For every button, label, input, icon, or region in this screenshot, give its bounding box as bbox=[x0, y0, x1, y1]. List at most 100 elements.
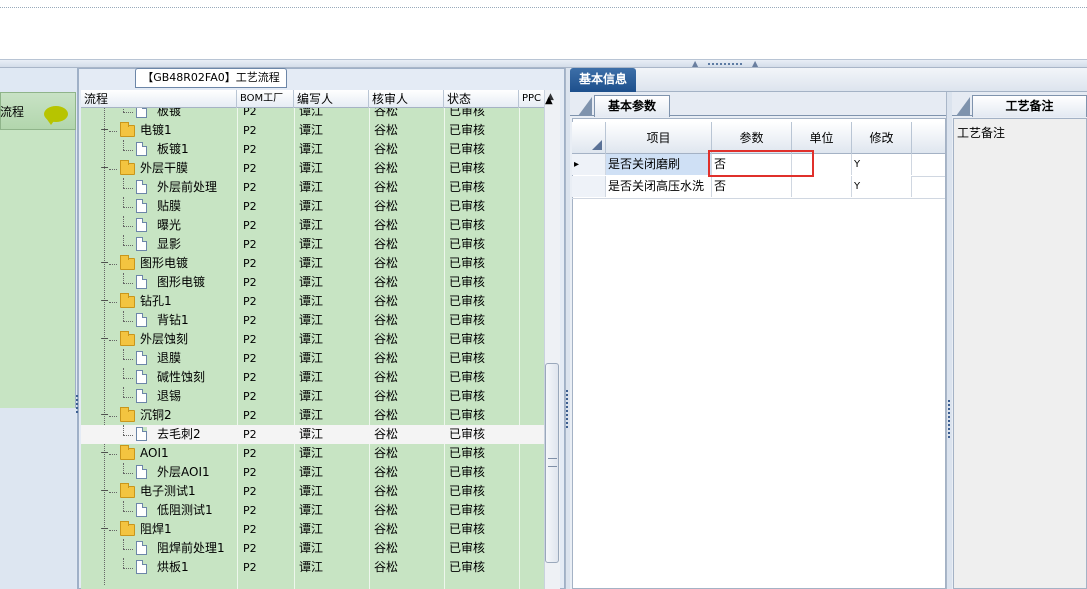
tree-step-row[interactable]: 去毛刺2 P2 谭江 谷松 已审核 bbox=[81, 425, 544, 444]
tree-step-row[interactable]: 贴膜 P2 谭江 谷松 已审核 bbox=[81, 197, 544, 216]
writer-cell: 谭江 bbox=[299, 465, 324, 479]
collapse-icon[interactable]: − bbox=[100, 447, 109, 458]
folder-icon bbox=[120, 293, 135, 308]
tree-child-line bbox=[123, 463, 124, 473]
col-header-bom[interactable]: BOM工厂 bbox=[237, 90, 294, 108]
folder-icon bbox=[120, 255, 135, 270]
document-icon bbox=[136, 108, 147, 118]
writer-cell: 谭江 bbox=[299, 180, 324, 194]
collapse-icon[interactable]: − bbox=[100, 257, 109, 268]
collapse-icon[interactable]: − bbox=[100, 523, 109, 534]
splitter-grip[interactable] bbox=[708, 63, 744, 65]
tree-branch bbox=[123, 245, 133, 246]
tree-step-row[interactable]: 退锡 P2 谭江 谷松 已审核 bbox=[81, 387, 544, 406]
tree-group-row[interactable]: − 电子测试1 P2 谭江 谷松 已审核 bbox=[81, 482, 544, 501]
tree-group-row[interactable]: − 外层干膜 P2 谭江 谷松 已审核 bbox=[81, 159, 544, 178]
folder-icon bbox=[120, 521, 135, 536]
splitter-up-arrow-icon[interactable]: ▲ bbox=[692, 60, 698, 68]
col-header-item[interactable]: 项目 bbox=[606, 122, 712, 154]
bom-cell: P2 bbox=[243, 181, 257, 194]
document-icon bbox=[136, 351, 147, 365]
tree-step-row[interactable]: 退膜 P2 谭江 谷松 已审核 bbox=[81, 349, 544, 368]
tab-basic-info[interactable]: 基本信息 bbox=[570, 68, 636, 92]
tree-step-row[interactable]: 背钻1 P2 谭江 谷松 已审核 bbox=[81, 311, 544, 330]
writer-cell: 谭江 bbox=[299, 560, 324, 574]
collapse-icon[interactable]: − bbox=[100, 162, 109, 173]
splitter-up-arrow-icon-2[interactable]: ▲ bbox=[752, 60, 758, 68]
tree-node-label: 电子测试1 bbox=[140, 484, 196, 498]
reviewer-cell: 谷松 bbox=[374, 275, 399, 289]
collapse-icon[interactable]: − bbox=[100, 333, 109, 344]
col-header-modified[interactable]: 修改 bbox=[852, 122, 912, 154]
status-cell: 已审核 bbox=[449, 199, 486, 213]
row-header-corner[interactable] bbox=[572, 122, 606, 154]
tree-step-row[interactable]: 板镀1 P2 谭江 谷松 已审核 bbox=[81, 140, 544, 159]
tree-step-row[interactable]: 板镀 P2 谭江 谷松 已审核 bbox=[81, 108, 544, 121]
writer-cell: 谭江 bbox=[299, 161, 324, 175]
process-notes-box[interactable] bbox=[953, 118, 1087, 589]
collapse-icon[interactable]: − bbox=[100, 409, 109, 420]
tree-step-row[interactable]: 阻焊前处理1 P2 谭江 谷松 已审核 bbox=[81, 539, 544, 558]
tree-child-line bbox=[123, 558, 124, 568]
tree-group-row[interactable]: − AOI1 P2 谭江 谷松 已审核 bbox=[81, 444, 544, 463]
reviewer-cell: 谷松 bbox=[374, 522, 399, 536]
document-icon bbox=[136, 142, 147, 156]
process-notes-label: 工艺备注 bbox=[957, 126, 1006, 140]
tree-step-row[interactable]: 外层AOI1 P2 谭江 谷松 已审核 bbox=[81, 463, 544, 482]
param-modified-cell: Y bbox=[852, 176, 912, 197]
collapse-icon[interactable]: − bbox=[100, 124, 109, 135]
col-header-ppc[interactable]: PPC bbox=[519, 90, 544, 108]
tree-branch bbox=[123, 207, 133, 208]
bom-cell: P2 bbox=[243, 200, 257, 213]
vertical-splitter-2[interactable] bbox=[946, 92, 952, 589]
row-header[interactable] bbox=[572, 176, 606, 197]
param-item-cell: 是否关闭磨刷 bbox=[606, 154, 712, 175]
tree-step-row[interactable]: 外层前处理 P2 谭江 谷松 已审核 bbox=[81, 178, 544, 197]
tree-step-row[interactable]: 碱性蚀刻 P2 谭江 谷松 已审核 bbox=[81, 368, 544, 387]
tree-child-line bbox=[123, 349, 124, 359]
bom-cell: P2 bbox=[243, 124, 257, 137]
params-row[interactable]: 是否关闭高压水洗否 Y bbox=[572, 176, 945, 199]
tree-group-row[interactable]: − 钻孔1 P2 谭江 谷松 已审核 bbox=[81, 292, 544, 311]
tree-node-label: 去毛刺2 bbox=[157, 427, 201, 441]
tree-branch bbox=[123, 378, 133, 379]
tree-group-row[interactable]: − 外层蚀刻 P2 谭江 谷松 已审核 bbox=[81, 330, 544, 349]
col-header-flow[interactable]: 流程 bbox=[81, 90, 237, 108]
bom-cell: P2 bbox=[243, 447, 257, 460]
upper-panel bbox=[0, 8, 1087, 60]
left-nav-lower bbox=[0, 408, 76, 589]
tree-group-row[interactable]: − 电镀1 P2 谭江 谷松 已审核 bbox=[81, 121, 544, 140]
tree-node-label: 外层蚀刻 bbox=[140, 332, 189, 346]
collapse-icon[interactable]: − bbox=[100, 295, 109, 306]
status-cell: 已审核 bbox=[449, 484, 486, 498]
reviewer-cell: 谷松 bbox=[374, 408, 399, 422]
left-nav-label: 流程 bbox=[0, 105, 25, 119]
status-cell: 已审核 bbox=[449, 560, 486, 574]
tree-step-row[interactable]: 低阻测试1 P2 谭江 谷松 已审核 bbox=[81, 501, 544, 520]
writer-cell: 谭江 bbox=[299, 294, 324, 308]
col-header-reviewer[interactable]: 核审人 bbox=[369, 90, 444, 108]
vsplit1-grip[interactable] bbox=[566, 390, 568, 430]
tab-basic-params[interactable]: 基本参数 bbox=[594, 95, 670, 117]
tree-step-row[interactable]: 烘板1 P2 谭江 谷松 已审核 bbox=[81, 558, 544, 577]
tree-child-line bbox=[123, 501, 124, 511]
col-header-status[interactable]: 状态 bbox=[444, 90, 519, 108]
tree-step-row[interactable]: 显影 P2 谭江 谷松 已审核 bbox=[81, 235, 544, 254]
vsplit2-grip[interactable] bbox=[948, 400, 950, 440]
tree-group-row[interactable]: − 阻焊1 P2 谭江 谷松 已审核 bbox=[81, 520, 544, 539]
tree-group-row[interactable]: − 沉铜2 P2 谭江 谷松 已审核 bbox=[81, 406, 544, 425]
status-cell: 已审核 bbox=[449, 351, 486, 365]
tree-step-row[interactable]: 曝光 P2 谭江 谷松 已审核 bbox=[81, 216, 544, 235]
tab-process-notes[interactable]: 工艺备注 bbox=[972, 95, 1087, 117]
process-grid-scroll-thumb[interactable] bbox=[545, 363, 559, 563]
horizontal-splitter[interactable]: ▲ ▲ bbox=[0, 60, 1087, 68]
tree-step-row[interactable]: 图形电镀 P2 谭江 谷松 已审核 bbox=[81, 273, 544, 292]
writer-cell: 谭江 bbox=[299, 123, 324, 137]
col-header-writer[interactable]: 编写人 bbox=[294, 90, 369, 108]
tree-node-label: 外层AOI1 bbox=[157, 465, 210, 479]
collapse-icon[interactable]: − bbox=[100, 485, 109, 496]
param-value-cell[interactable]: 否 bbox=[712, 176, 792, 197]
current-row-indicator-icon[interactable]: ▸ bbox=[572, 154, 606, 175]
tree-group-row[interactable]: − 图形电镀 P2 谭江 谷松 已审核 bbox=[81, 254, 544, 273]
scroll-up-button[interactable]: ▲ bbox=[545, 95, 553, 106]
